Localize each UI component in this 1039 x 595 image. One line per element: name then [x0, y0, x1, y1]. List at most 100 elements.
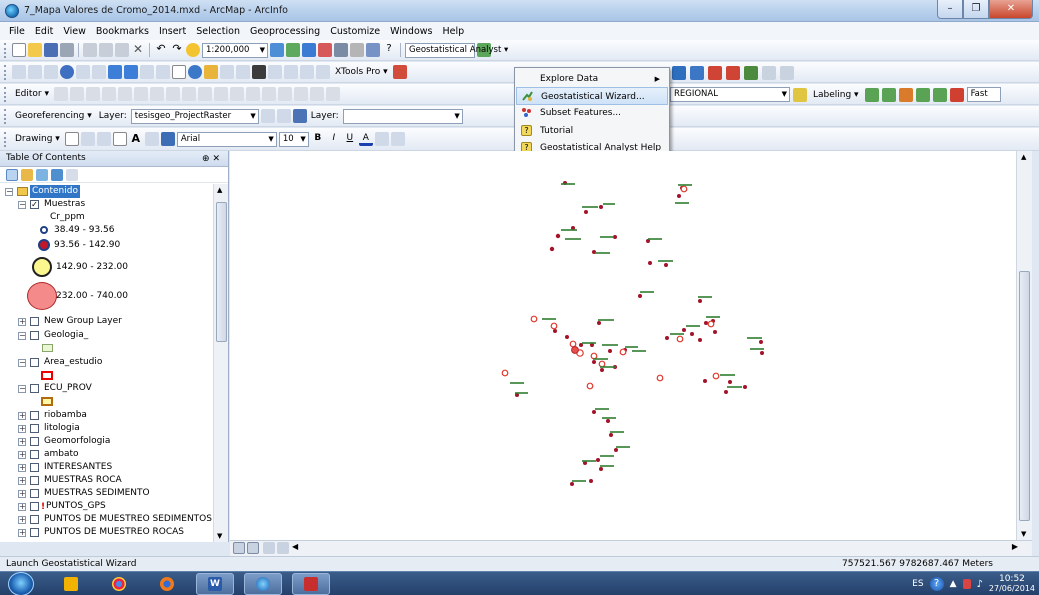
search-window-icon[interactable]: [318, 43, 332, 57]
scroll-left-icon[interactable]: ◀: [292, 542, 298, 551]
menu-customize[interactable]: Customize: [325, 26, 385, 37]
regional-combo[interactable]: REGIONAL ▼: [670, 87, 790, 102]
layer-checkbox[interactable]: [30, 317, 39, 326]
select-elements-drawing-icon[interactable]: [64, 132, 79, 146]
layer-checkbox[interactable]: [30, 437, 39, 446]
list-by-visibility-icon[interactable]: [36, 168, 48, 181]
georeferencing-menu[interactable]: Georeferencing ▾: [12, 111, 95, 121]
menu-item-tutorial[interactable]: ? Tutorial: [516, 122, 668, 140]
trace-icon[interactable]: [118, 87, 133, 101]
find-icon[interactable]: [252, 65, 266, 79]
forward-extent-icon[interactable]: [124, 65, 138, 79]
menu-item-subset-features[interactable]: Subset Features...: [516, 104, 668, 122]
menu-edit[interactable]: Edit: [30, 26, 58, 37]
copy-icon[interactable]: [99, 43, 113, 57]
menu-windows[interactable]: Windows: [385, 26, 437, 37]
toc-scroll-thumb[interactable]: [216, 202, 227, 342]
menu-item-explore-data[interactable]: Explore Data ▶: [516, 70, 668, 88]
label-manager-icon[interactable]: [793, 87, 807, 102]
create-viewer-icon[interactable]: [316, 65, 330, 79]
collapse-icon[interactable]: −: [5, 188, 13, 196]
hyperlink-icon[interactable]: [204, 65, 218, 79]
pause-drawing-icon[interactable]: [277, 542, 289, 554]
open-folder-icon[interactable]: [28, 43, 42, 57]
whats-this-icon[interactable]: ?: [382, 43, 396, 57]
layer-checkbox[interactable]: [30, 463, 39, 472]
sketch-properties-icon[interactable]: [246, 87, 261, 101]
layer-checkbox[interactable]: [30, 489, 39, 498]
layout-view-toggle-icon[interactable]: [247, 542, 259, 554]
list-by-selection-icon[interactable]: [51, 168, 63, 181]
zoom-to-elements-icon[interactable]: [96, 132, 111, 146]
rotate-icon[interactable]: [214, 87, 229, 101]
start-button[interactable]: [8, 572, 34, 595]
label-icon-6[interactable]: [949, 87, 964, 102]
edit-tool-icon[interactable]: [54, 87, 69, 101]
chrome-icon[interactable]: [100, 573, 138, 595]
tool-gray-2-icon[interactable]: [780, 66, 794, 80]
field-calc-icon[interactable]: [326, 87, 341, 101]
network-icon[interactable]: [672, 66, 686, 80]
menu-bookmarks[interactable]: Bookmarks: [91, 26, 154, 37]
toc-icon[interactable]: [286, 43, 300, 57]
menu-view[interactable]: View: [58, 26, 91, 37]
end-point-arc-icon[interactable]: [102, 87, 117, 101]
maximize-button[interactable]: ❐: [963, 0, 989, 19]
font-combo[interactable]: Arial ▼: [176, 131, 277, 147]
table-icon[interactable]: [310, 87, 325, 101]
map-scroll-thumb[interactable]: [1019, 271, 1030, 521]
rectangle-icon[interactable]: [112, 132, 127, 146]
add-control-points-icon[interactable]: [276, 109, 291, 123]
label-icon-4[interactable]: [915, 87, 930, 102]
word-icon[interactable]: W: [196, 573, 234, 595]
editor-toolbar-icon[interactable]: [270, 43, 284, 57]
pin-close-icon[interactable]: ⊕ ✕: [202, 152, 220, 167]
catalog-icon[interactable]: [302, 43, 316, 57]
data-view-icon[interactable]: [690, 66, 704, 80]
clear-selection-icon[interactable]: [156, 65, 170, 79]
font-color-icon[interactable]: A: [358, 132, 373, 146]
edit-vertices-icon[interactable]: [150, 87, 165, 101]
go-to-xy-icon[interactable]: [284, 65, 298, 79]
label-icon-2[interactable]: [881, 87, 896, 102]
layer-checkbox[interactable]: [30, 424, 39, 433]
point-icon[interactable]: [134, 87, 149, 101]
snapping-icon[interactable]: [294, 87, 309, 101]
edit-annotation-icon[interactable]: [70, 87, 85, 101]
find-route-icon[interactable]: [268, 65, 282, 79]
menu-insert[interactable]: Insert: [154, 26, 191, 37]
menu-geoprocessing[interactable]: Geoprocessing: [245, 26, 325, 37]
layer-checkbox[interactable]: [30, 411, 39, 420]
callout-icon[interactable]: [144, 132, 159, 146]
print-icon[interactable]: [60, 43, 74, 57]
scroll-up-icon[interactable]: ▲: [217, 186, 222, 194]
label-icon-3[interactable]: [898, 87, 913, 102]
collapse-icon[interactable]: −: [18, 201, 26, 209]
language-indicator[interactable]: ES: [912, 579, 923, 589]
layer-combo[interactable]: ▼: [342, 108, 463, 124]
python-icon[interactable]: [350, 43, 364, 57]
arctoolbox-icon[interactable]: [334, 43, 348, 57]
volume-icon[interactable]: ♪: [977, 579, 983, 590]
layer-checkbox[interactable]: [30, 515, 39, 524]
help-tray-icon[interactable]: ?: [929, 577, 944, 591]
italic-icon[interactable]: I: [327, 132, 341, 146]
map-view[interactable]: [230, 151, 1016, 540]
scale-combo[interactable]: 1:200,000 ▼: [202, 42, 268, 58]
geostatistical-analyst-menu[interactable]: Geostatistical Analyst ▾: [405, 42, 508, 58]
zoom-in-icon[interactable]: [12, 65, 26, 79]
back-extent-icon[interactable]: [108, 65, 122, 79]
redo-icon[interactable]: ↷: [170, 43, 184, 57]
menu-item-geostatistical-wizard[interactable]: Geostatistical Wizard...: [516, 87, 668, 105]
editor-menu[interactable]: Editor ▾: [12, 89, 52, 99]
zoom-out-icon[interactable]: [28, 65, 42, 79]
fixed-zoom-in-icon[interactable]: [76, 65, 90, 79]
map-vertical-scrollbar[interactable]: ▲ ▼: [1016, 151, 1032, 540]
split-icon[interactable]: [198, 87, 213, 101]
select-elements-icon[interactable]: [172, 65, 186, 79]
layer-checkbox[interactable]: [30, 450, 39, 459]
layer-checkbox[interactable]: [30, 502, 39, 511]
save-icon[interactable]: [44, 43, 58, 57]
pdf-icon[interactable]: [292, 573, 330, 595]
cut-polygons-icon[interactable]: [182, 87, 197, 101]
